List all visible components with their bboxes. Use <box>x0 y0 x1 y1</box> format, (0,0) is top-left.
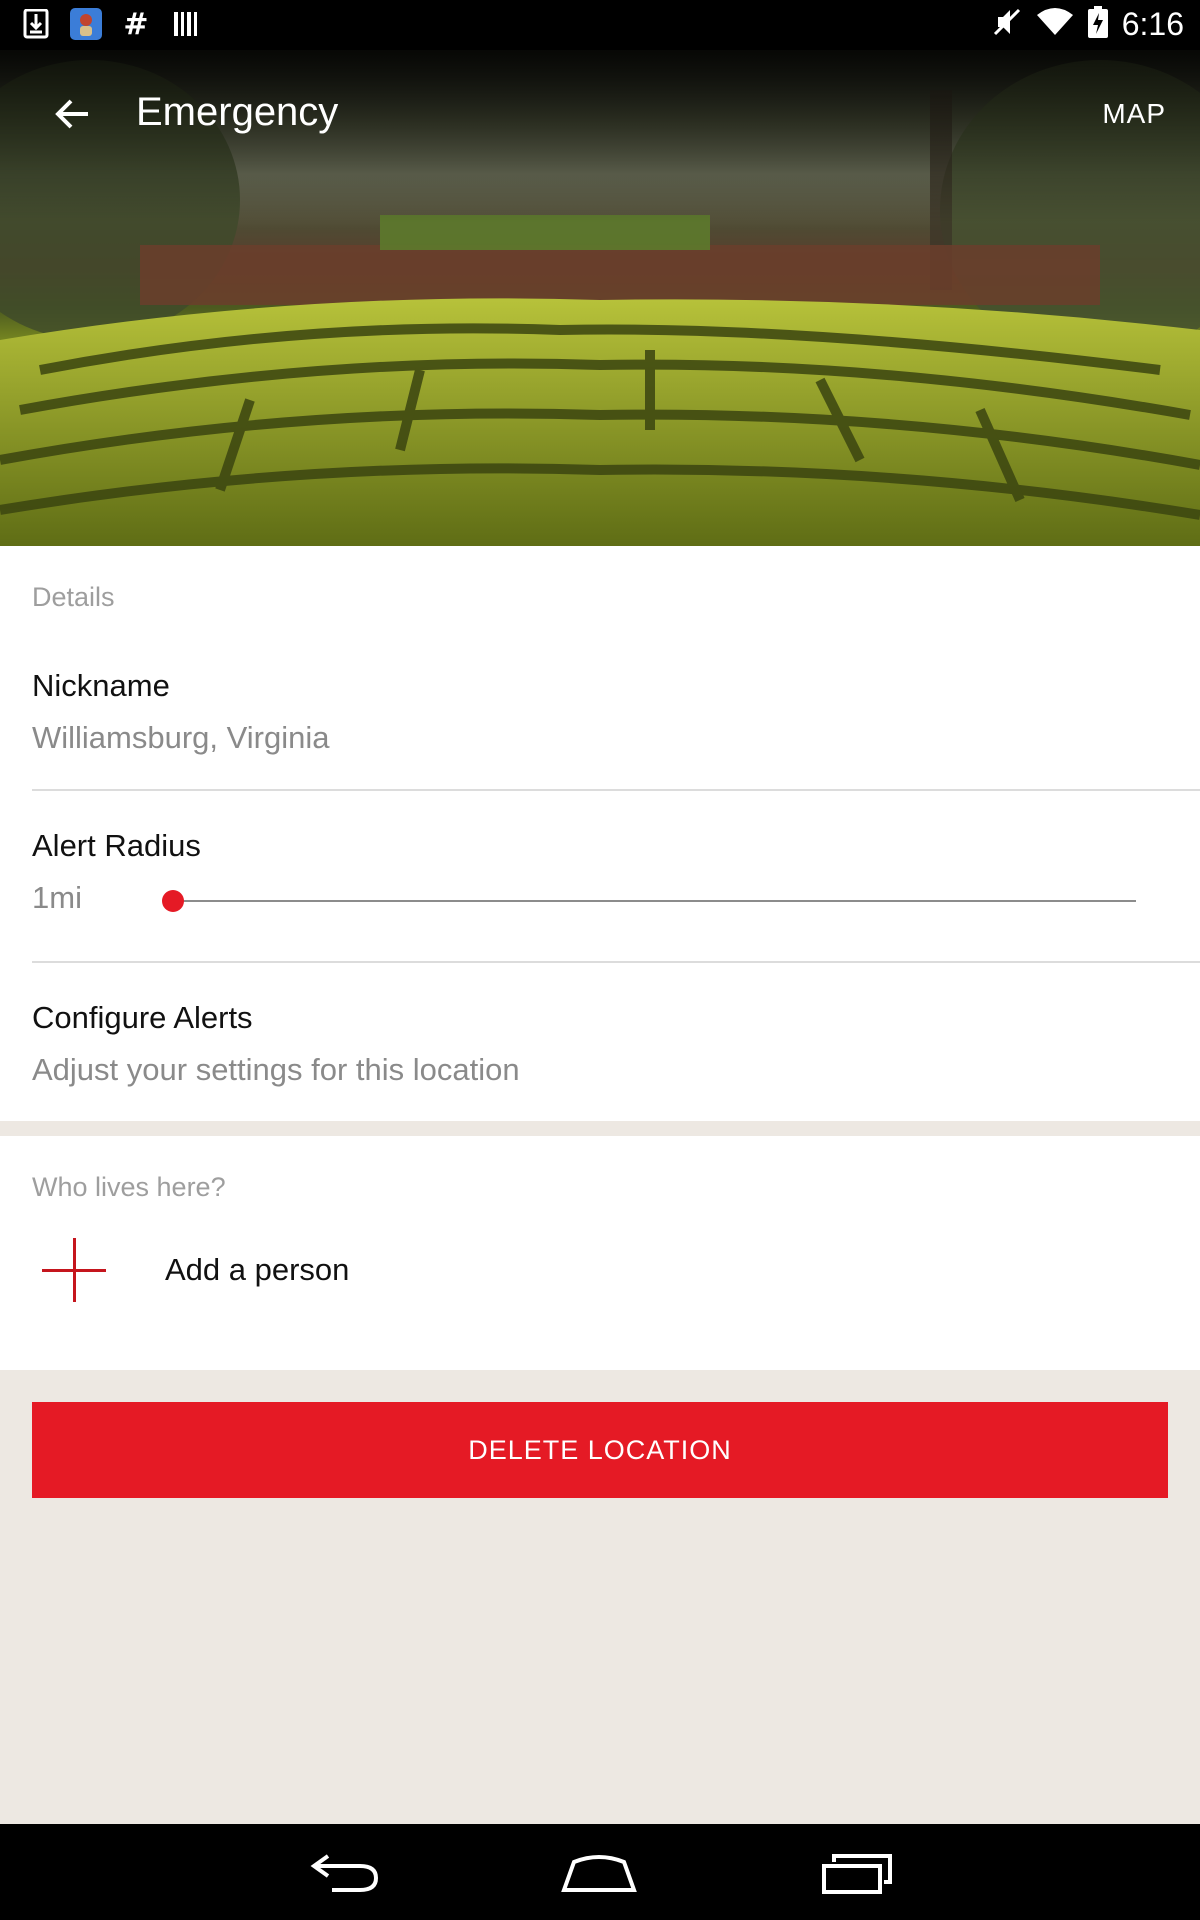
nickname-label: Nickname <box>32 668 170 703</box>
battery-charging-icon <box>1087 6 1108 43</box>
system-status-icons: 6:16 <box>992 6 1184 43</box>
alert-radius-label: Alert Radius <box>32 828 201 863</box>
arrow-back-icon <box>55 99 88 129</box>
divider <box>32 961 1200 963</box>
plus-icon <box>42 1238 106 1302</box>
home-nav-icon[interactable] <box>554 1844 644 1900</box>
delete-location-button[interactable]: DELETE LOCATION <box>32 1402 1168 1498</box>
details-card: Details Nickname Williamsburg, Virginia … <box>0 546 1200 1121</box>
people-section-label: Who lives here? <box>32 1172 226 1202</box>
barcode-icon <box>170 8 202 40</box>
slider-thumb[interactable] <box>162 890 184 912</box>
divider <box>32 789 1200 791</box>
wifi-icon <box>1036 7 1074 42</box>
status-bar: # 6:16 <box>0 0 1200 50</box>
people-card: Who lives here? Add a person <box>0 1136 1200 1370</box>
navigation-bar <box>0 1824 1200 1920</box>
alert-radius-value: 1mi <box>32 880 82 915</box>
details-section-label: Details <box>32 582 115 612</box>
alert-radius-slider[interactable] <box>162 886 1136 916</box>
nickname-value: Williamsburg, Virginia <box>32 720 330 755</box>
configure-alerts-subtitle: Adjust your settings for this location <box>32 1052 520 1087</box>
notification-icons: # <box>20 6 202 42</box>
download-icon <box>20 8 52 40</box>
page-title: Emergency <box>136 90 339 134</box>
add-person-button[interactable]: Add a person <box>0 1218 1200 1348</box>
back-nav-icon[interactable] <box>298 1844 388 1900</box>
mute-icon <box>992 6 1022 43</box>
configure-alerts-label: Configure Alerts <box>32 1000 253 1035</box>
hashtag-icon: # <box>123 6 149 42</box>
back-button[interactable] <box>42 86 102 142</box>
add-person-label: Add a person <box>165 1252 350 1287</box>
clock: 6:16 <box>1121 6 1184 42</box>
slider-track <box>174 900 1136 902</box>
map-button[interactable]: MAP <box>1102 98 1166 130</box>
app-notification-icon <box>70 8 102 40</box>
recents-nav-icon[interactable] <box>812 1844 902 1900</box>
